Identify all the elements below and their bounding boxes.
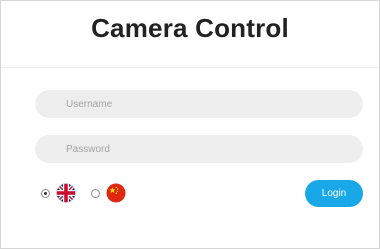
- china-flag-icon: [106, 183, 126, 203]
- english-radio[interactable]: [41, 188, 50, 198]
- header: Camera Control: [1, 1, 379, 68]
- uk-flag-icon: [56, 183, 76, 203]
- language-option-chinese[interactable]: [91, 182, 126, 204]
- login-button[interactable]: Login: [305, 180, 363, 207]
- password-input[interactable]: [35, 135, 363, 163]
- page-title: Camera Control: [91, 13, 289, 43]
- login-panel: Camera Control Username Login: [0, 0, 380, 249]
- language-option-english[interactable]: [41, 182, 76, 204]
- username-input[interactable]: [35, 90, 363, 118]
- chinese-radio[interactable]: [91, 188, 100, 198]
